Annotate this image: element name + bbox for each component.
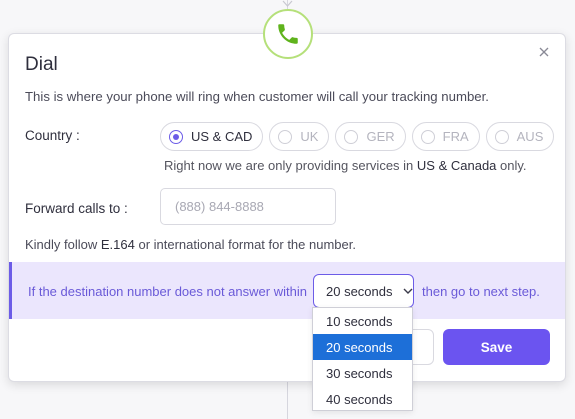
- close-icon: [539, 47, 549, 57]
- country-option-fra[interactable]: FRA: [411, 122, 480, 151]
- save-button[interactable]: Save: [443, 329, 550, 365]
- country-note: Right now we are only providing services…: [164, 158, 527, 173]
- country-option-label: FRA: [442, 129, 469, 144]
- timeout-prefix-text: If the destination number does not answe…: [28, 284, 307, 299]
- country-option-ger[interactable]: GER: [335, 122, 406, 151]
- country-label: Country :: [25, 128, 80, 143]
- radio-button-icon: [420, 129, 435, 144]
- dial-modal: Dial This is where your phone will ring …: [8, 33, 566, 382]
- canvas: Dial This is where your phone will ring …: [0, 0, 575, 419]
- timeout-suffix-text: then go to next step.: [422, 284, 540, 299]
- timeout-select[interactable]: 20 seconds: [313, 274, 414, 308]
- radio-button-icon: [494, 129, 509, 144]
- format-hint: Kindly follow E.164 or international for…: [25, 237, 356, 252]
- dial-node[interactable]: [263, 9, 313, 59]
- phone-icon: [278, 24, 298, 44]
- modal-title: Dial: [25, 54, 58, 75]
- forward-calls-label: Forward calls to :: [25, 201, 128, 216]
- modal-description: This is where your phone will ring when …: [25, 89, 489, 104]
- timeout-option-20[interactable]: 20 seconds: [313, 334, 412, 360]
- close-button[interactable]: [535, 43, 553, 61]
- country-option-aus[interactable]: AUS: [485, 122, 555, 151]
- country-note-prefix: Right now we are only providing services…: [164, 158, 417, 173]
- timeout-option-10[interactable]: 10 seconds: [313, 308, 412, 334]
- radio-button-icon: [278, 129, 293, 144]
- timeout-option-30[interactable]: 30 seconds: [313, 360, 412, 386]
- country-radio-group: US & CAD UK GER FRA AUS: [160, 122, 555, 151]
- country-option-label: GER: [366, 129, 395, 144]
- chevron-down-icon: [403, 288, 412, 294]
- format-hint-bold: E.164: [100, 237, 135, 252]
- format-hint-prefix: Kindly follow: [25, 237, 101, 252]
- radio-button-icon: [344, 129, 359, 144]
- country-option-label: UK: [300, 129, 319, 144]
- timeout-select-value: 20 seconds: [326, 283, 393, 299]
- radio-button-icon: [169, 129, 183, 144]
- timeout-dropdown: 10 seconds 20 seconds 30 seconds 40 seco…: [312, 307, 413, 411]
- country-note-bold: US & Canada: [416, 158, 497, 173]
- format-hint-suffix: or international format for the number.: [134, 237, 356, 252]
- forward-phone-input[interactable]: [160, 188, 336, 225]
- flow-connector-bottom: [287, 380, 288, 419]
- timeout-option-40[interactable]: 40 seconds: [313, 386, 412, 412]
- country-option-uk[interactable]: UK: [269, 122, 330, 151]
- arrow-down-icon: [282, 0, 293, 7]
- country-option-label: US & CAD: [191, 129, 253, 144]
- country-note-suffix: only.: [496, 158, 527, 173]
- country-option-us-cad[interactable]: US & CAD: [160, 122, 264, 151]
- country-option-label: AUS: [516, 129, 544, 144]
